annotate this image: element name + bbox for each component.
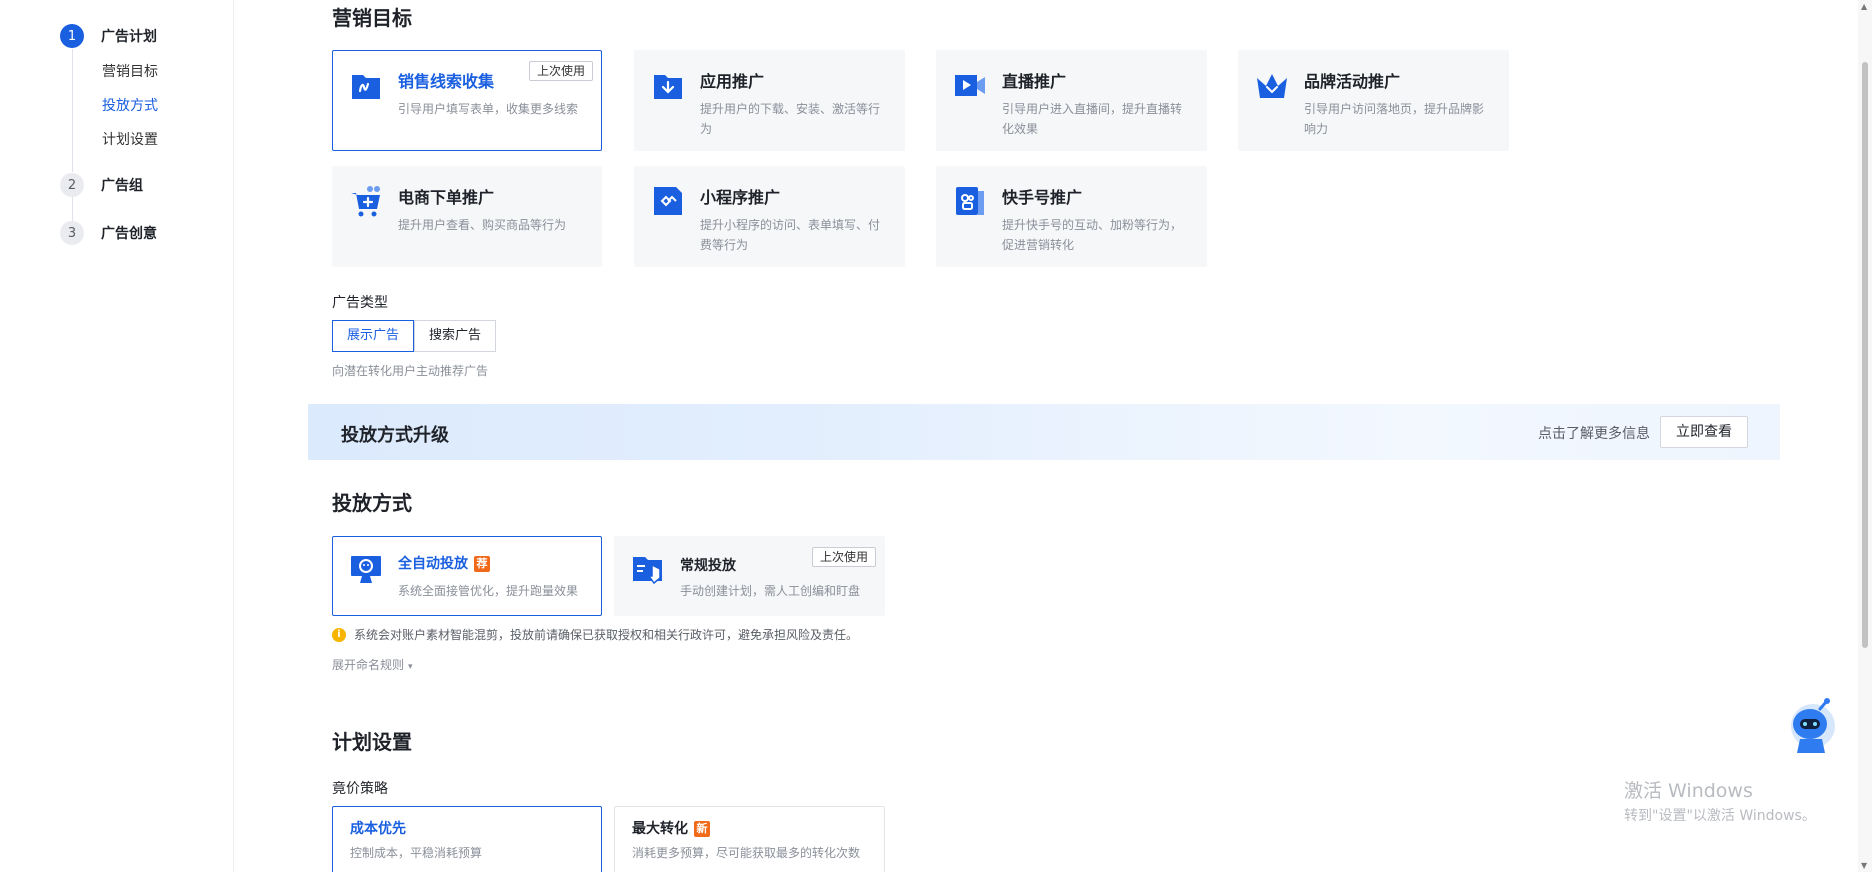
card-title: 成本优先 [350, 821, 406, 837]
view-now-button[interactable]: 立即查看 [1660, 416, 1748, 448]
delivery-card-manual[interactable]: 常规投放 手动创建计划，需人工创编和盯盘 上次使用 [614, 536, 885, 616]
card-title: 直播推广 [1002, 72, 1067, 91]
card-title: 应用推广 [700, 72, 765, 91]
watermark-line1: 激活 Windows [1624, 780, 1753, 802]
manual-click-icon [633, 557, 662, 585]
card-desc: 控制成本，平稳消耗预算 [350, 846, 483, 860]
last-used-tag: 上次使用 [811, 547, 876, 567]
step-connector [72, 197, 73, 221]
delivery-method-title: 投放方式 [332, 491, 412, 515]
main-content: 营销目标 销售线索收集 引导用户填写表单，收集更多线索 上次使用 应用推广 提升… [234, 0, 1872, 872]
goal-card-mini-program[interactable]: 小程序推广 提升小程序的访问、表单填写、付费等行为 [634, 166, 905, 267]
bid-strategy-label: 竟价策略 [332, 781, 388, 797]
card-title: 销售线索收集 [398, 72, 495, 91]
card-desc: 提升小程序的访问、表单填写、付费等行为 [700, 218, 881, 252]
download-icon [654, 75, 682, 99]
card-title: 电商下单推广 [398, 188, 495, 207]
form-icon [352, 75, 380, 99]
step-ad-group[interactable]: 2 广告组 [60, 173, 143, 197]
compliance-warning: i 系统会对账户素材智能混剪，投放前请确保已获取授权和相关行政许可，避免承担风险… [332, 626, 858, 643]
card-desc: 系统全面接管优化，提升跑量效果 [398, 584, 579, 598]
substep-plan-settings[interactable]: 计划设置 [102, 129, 158, 149]
card-title: 全自动投放荐 [398, 553, 490, 573]
step-number: 1 [60, 24, 84, 48]
assistant-robot-icon[interactable] [1786, 696, 1842, 758]
card-desc: 提升快手号的互动、加粉等行为，促进营销转化 [1002, 218, 1183, 252]
substep-delivery-method[interactable]: 投放方式 [102, 95, 158, 115]
ad-type-label: 广告类型 [332, 295, 388, 311]
bid-card-cost-first[interactable]: 成本优先 控制成本，平稳消耗预算 [332, 806, 602, 872]
card-desc: 引导用户访问落地页，提升品牌影响力 [1304, 102, 1485, 136]
card-desc: 引导用户填写表单，收集更多线索 [398, 102, 579, 116]
scroll-thumb[interactable] [1862, 62, 1868, 648]
last-used-tag: 上次使用 [528, 61, 593, 81]
monitor-robot-icon [351, 556, 381, 583]
card-title-text: 全自动投放 [398, 556, 468, 572]
step-label: 广告计划 [101, 29, 157, 45]
card-title: 常规投放 [680, 558, 736, 574]
cart-icon [351, 186, 380, 217]
ad-type-switch: 展示广告 搜索广告 [332, 320, 497, 352]
upgrade-banner: 投放方式升级 点击了解更多信息 立即查看 [308, 404, 1780, 460]
ad-type-hint: 向潜在转化用户主动推荐广告 [332, 364, 489, 378]
kuaishou-icon [956, 187, 984, 215]
goal-card-brand-activity[interactable]: 品牌活动推广 引导用户访问落地页，提升品牌影响力 [1238, 50, 1509, 151]
step-number: 2 [60, 173, 84, 197]
option-display-ad[interactable]: 展示广告 [332, 320, 415, 352]
expand-naming-rules[interactable]: 展开命名规则 ▾ [332, 656, 413, 673]
plan-settings-title: 计划设置 [332, 730, 412, 754]
step-number: 3 [60, 221, 84, 245]
live-video-icon [955, 75, 985, 96]
card-desc: 引导用户进入直播间，提升直播转化效果 [1002, 102, 1183, 136]
goal-card-lead-collection[interactable]: 销售线索收集 引导用户填写表单，收集更多线索 上次使用 [332, 50, 602, 151]
card-title: 最大转化新 [632, 818, 710, 838]
card-title: 品牌活动推广 [1304, 72, 1401, 91]
goal-card-app-promotion[interactable]: 应用推广 提升用户的下载、安装、激活等行为 [634, 50, 905, 151]
step-ad-plan[interactable]: 1 广告计划 [60, 24, 157, 48]
crown-icon [1257, 74, 1287, 98]
step-connector [72, 49, 73, 172]
card-desc: 手动创建计划，需人工创编和盯盘 [680, 584, 861, 598]
banner-title: 投放方式升级 [341, 425, 449, 446]
scroll-down-icon[interactable]: ▼ [1861, 861, 1867, 870]
card-desc: 提升用户查看、购买商品等行为 [398, 218, 567, 232]
step-label: 广告创意 [101, 226, 157, 242]
vertical-scrollbar[interactable]: ▲ ▼ [1858, 0, 1872, 872]
banner-hint: 点击了解更多信息 [1538, 426, 1650, 442]
card-title-text: 最大转化 [632, 821, 688, 837]
warning-icon: i [332, 627, 346, 642]
expand-label: 展开命名规则 [332, 658, 405, 672]
watermark-line2: 转到"设置"以激活 Windows。 [1624, 808, 1816, 824]
card-desc: 提升用户的下载、安装、激活等行为 [700, 102, 881, 136]
option-search-ad[interactable]: 搜索广告 [414, 320, 497, 352]
windows-activation-watermark: 激活 Windows 转到"设置"以激活 Windows。 [1624, 776, 1816, 825]
bid-card-max-conversion[interactable]: 最大转化新 消耗更多预算，尽可能获取最多的转化次数 [614, 806, 885, 872]
goal-card-ecommerce[interactable]: 电商下单推广 提升用户查看、购买商品等行为 [332, 166, 602, 267]
mini-program-icon [654, 187, 682, 215]
substep-marketing-goal[interactable]: 营销目标 [102, 61, 158, 81]
new-badge: 新 [694, 821, 710, 837]
warning-text: 系统会对账户素材智能混剪，投放前请确保已获取授权和相关行政许可，避免承担风险及责… [354, 628, 859, 642]
delivery-card-auto[interactable]: 全自动投放荐 系统全面接管优化，提升跑量效果 [332, 536, 602, 616]
goal-card-kuaishou-account[interactable]: 快手号推广 提升快手号的互动、加粉等行为，促进营销转化 [936, 166, 1207, 267]
goal-card-live-promotion[interactable]: 直播推广 引导用户进入直播间，提升直播转化效果 [936, 50, 1207, 151]
chevron-down-icon: ▾ [408, 662, 413, 672]
marketing-goal-title: 营销目标 [332, 6, 412, 30]
steps-sidebar: 1 广告计划 营销目标 投放方式 计划设置 2 广告组 3 广告创意 [0, 0, 234, 872]
card-title: 小程序推广 [700, 188, 781, 207]
card-desc: 消耗更多预算，尽可能获取最多的转化次数 [632, 846, 861, 860]
step-ad-creative[interactable]: 3 广告创意 [60, 221, 157, 245]
step-label: 广告组 [101, 178, 143, 194]
card-title: 快手号推广 [1002, 188, 1083, 207]
scroll-up-icon[interactable]: ▲ [1861, 2, 1867, 11]
recommend-badge: 荐 [474, 556, 490, 572]
